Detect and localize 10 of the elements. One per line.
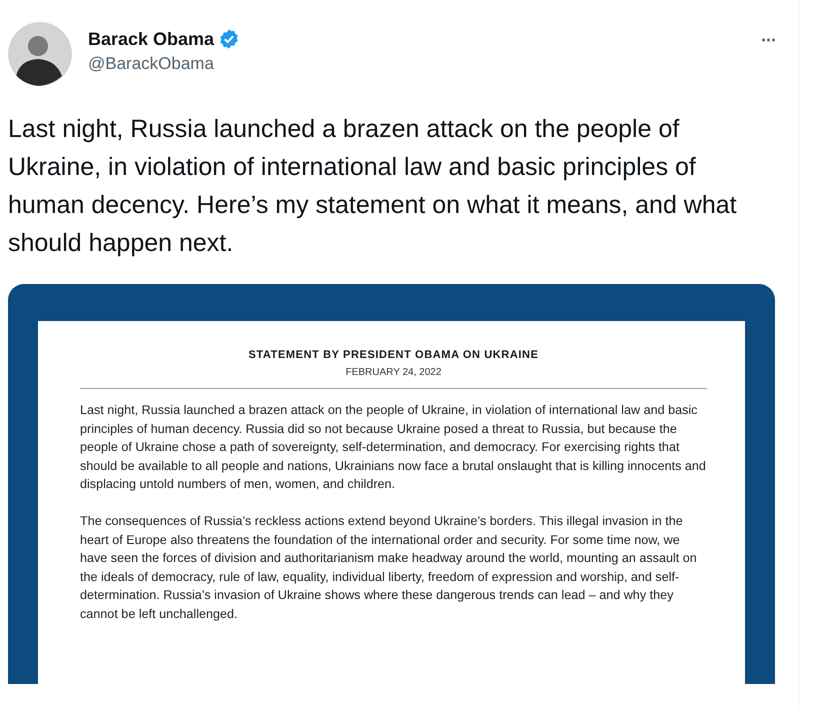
avatar[interactable]	[8, 22, 72, 86]
tweet-text: Last night, Russia launched a brazen attack on the people of Ukraine, in violation of international law and basic principles of human decency. Here’s my statement on what it means, and what should happen next.	[8, 114, 738, 259]
statement-title: STATEMENT BY PRESIDENT OBAMA ON UKRAINE	[247, 349, 540, 361]
statement-paragraph: The consequences of Russia’s reckless actions extend beyond Ukraine’s borders. This illegal invasion in the heart of Europe also threatens the foundation of the international order and security. For some time now, we have seen the forces of division and authoritarianism make headway around the world, mounting an assault on the ideals of democracy, rule of law, equality, individual liberty, freedom of expression and worship, and self-determination. Russia’s invasion of Ukraine shows where these dangerous trends can lead – and why they cannot be left unchallenged.	[80, 512, 698, 623]
statement-date: FEBRUARY 24, 2022	[344, 367, 442, 378]
statement-paragraph: Last night, Russia launched a brazen attack on the people of Ukraine, in violation of international law and basic principles of human decency. Russia did so not because Ukraine posed a threat to Russia, but because the people of Ukraine chose a path of sovereignty, self-determination, and democracy. For exercising rights that should be available to all people and nations, Ukrainians now face a brutal onslaught that is killing innocents and displacing untold numbers of men, women, and children.	[80, 402, 707, 494]
more-menu-button[interactable]: ···	[761, 30, 776, 51]
attachment-card[interactable]	[8, 284, 775, 684]
author-name[interactable]: Barack Obama	[88, 28, 214, 50]
author-handle[interactable]: @BarackObama	[88, 54, 214, 74]
